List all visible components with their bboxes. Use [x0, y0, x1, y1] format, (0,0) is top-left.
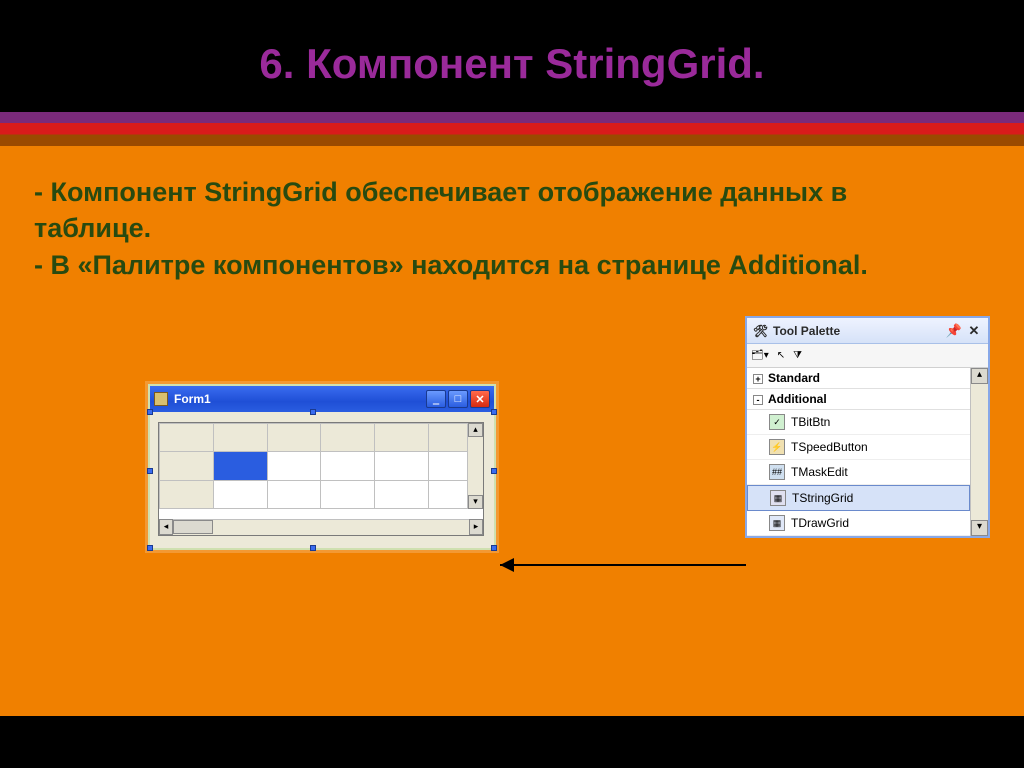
designer-handle[interactable]	[147, 468, 153, 474]
grid-cell-fixed	[160, 480, 214, 508]
close-button[interactable]: ✕	[470, 390, 490, 408]
grid-cell-fixed	[267, 424, 321, 452]
scroll-up-icon[interactable]: ▴	[468, 423, 483, 437]
palette-item-tdrawgrid[interactable]: ▦ TDrawGrid	[747, 511, 970, 536]
close-icon[interactable]: ✕	[966, 323, 982, 339]
stringgrid-table	[159, 423, 483, 509]
minimize-button[interactable]: ‗	[426, 390, 446, 408]
palette-item-label: TMaskEdit	[791, 465, 848, 479]
expand-icon: +	[753, 374, 763, 384]
designer-handle[interactable]	[491, 545, 497, 551]
grid-cell-fixed	[213, 424, 267, 452]
grid-cell-selected[interactable]	[213, 452, 267, 480]
designer-handle[interactable]	[147, 409, 153, 415]
grid-vscrollbar[interactable]: ▴ ▾	[467, 423, 483, 509]
tbitbtn-icon: ✓	[769, 414, 785, 430]
grid-hscrollbar[interactable]: ◂ ▸	[159, 519, 483, 535]
designer-handle[interactable]	[310, 545, 316, 551]
grid-cell-fixed	[160, 424, 214, 452]
grid-cell[interactable]	[321, 480, 375, 508]
connector-arrow	[500, 564, 746, 566]
pin-icon[interactable]: 📌	[946, 323, 962, 339]
chevron-down-icon: ▾	[764, 350, 769, 361]
divider-stripes	[0, 112, 1024, 146]
grid-cell-fixed	[375, 424, 429, 452]
grid-cell-fixed	[160, 452, 214, 480]
scroll-left-icon[interactable]: ◂	[159, 519, 173, 535]
body-line-1: - Компонент StringGrid обеспечивает отоб…	[34, 174, 964, 247]
pointer-tool-button[interactable]: ↖	[777, 350, 785, 361]
tmaskedit-icon: ##	[769, 464, 785, 480]
form1-window: Form1 ‗ □ ✕	[148, 384, 496, 550]
scroll-up-icon[interactable]: ▴	[971, 368, 988, 384]
scroll-down-icon[interactable]: ▾	[468, 495, 483, 509]
grid-cell[interactable]	[375, 480, 429, 508]
palette-item-label: TSpeedButton	[791, 440, 868, 454]
designer-handle[interactable]	[491, 468, 497, 474]
palette-item-tbitbtn[interactable]: ✓ TBitBtn	[747, 410, 970, 435]
pointer-icon: ↖	[777, 350, 785, 361]
slide-title: 6. Компонент StringGrid.	[0, 0, 1024, 112]
form1-titlebar[interactable]: Form1 ‗ □ ✕	[150, 386, 494, 412]
tdrawgrid-icon: ▦	[769, 515, 785, 531]
body-text: - Компонент StringGrid обеспечивает отоб…	[34, 174, 964, 283]
grid-cell[interactable]	[213, 480, 267, 508]
palette-item-tmaskedit[interactable]: ## TMaskEdit	[747, 460, 970, 485]
maximize-button[interactable]: □	[448, 390, 468, 408]
designer-handle[interactable]	[491, 409, 497, 415]
tstringgrid-icon: ▦	[770, 490, 786, 506]
slide-body: - Компонент StringGrid обеспечивает отоб…	[0, 146, 1024, 716]
grid-cell[interactable]	[375, 452, 429, 480]
tool-palette-header[interactable]: 🛠 Tool Palette 📌 ✕	[747, 318, 988, 344]
tool-palette-icon: 🛠	[753, 324, 767, 338]
tool-palette-title: Tool Palette	[773, 324, 840, 338]
form1-app-icon	[154, 392, 168, 406]
tool-palette-list: + Standard -Additional ✓ TBitBtn ⚡ TSpeed…	[747, 368, 970, 536]
grid-cell-fixed	[321, 424, 375, 452]
category-additional[interactable]: -Additional	[747, 389, 970, 410]
categories-icon: 🗂	[751, 350, 764, 361]
designer-handle[interactable]	[147, 545, 153, 551]
palette-item-tspeedbutton[interactable]: ⚡ TSpeedButton	[747, 435, 970, 460]
scroll-down-icon[interactable]: ▾	[971, 520, 988, 536]
categories-dropdown[interactable]: 🗂 ▾	[751, 350, 769, 361]
form1-client: ▴ ▾ ◂ ▸	[150, 412, 494, 548]
category-standard-label: Standard	[768, 371, 820, 385]
scroll-thumb[interactable]	[173, 520, 213, 534]
tool-palette-panel: 🛠 Tool Palette 📌 ✕ 🗂 ▾ ↖ ⧩ + Standard	[745, 316, 990, 538]
scroll-right-icon[interactable]: ▸	[469, 519, 483, 535]
filter-button[interactable]: ⧩	[793, 350, 802, 361]
palette-item-tstringgrid[interactable]: ▦ TStringGrid	[747, 485, 970, 511]
form1-title: Form1	[174, 392, 211, 406]
body-line-2: - В «Палитре компонентов» находится на с…	[34, 247, 964, 283]
collapse-icon: -	[753, 395, 763, 405]
palette-item-label: TDrawGrid	[791, 516, 849, 530]
palette-item-label: TStringGrid	[792, 491, 853, 505]
filter-icon: ⧩	[793, 350, 802, 361]
category-standard[interactable]: + Standard	[747, 368, 970, 389]
palette-vscrollbar[interactable]: ▴ ▾	[970, 368, 988, 536]
tool-palette-toolbar: 🗂 ▾ ↖ ⧩	[747, 344, 988, 368]
grid-cell[interactable]	[321, 452, 375, 480]
grid-cell[interactable]	[267, 480, 321, 508]
palette-item-label: TBitBtn	[791, 415, 830, 429]
grid-cell[interactable]	[267, 452, 321, 480]
stringgrid-control[interactable]: ▴ ▾ ◂ ▸	[158, 422, 484, 536]
tspeedbutton-icon: ⚡	[769, 439, 785, 455]
category-additional-label: Additional	[768, 392, 827, 406]
designer-handle[interactable]	[310, 409, 316, 415]
